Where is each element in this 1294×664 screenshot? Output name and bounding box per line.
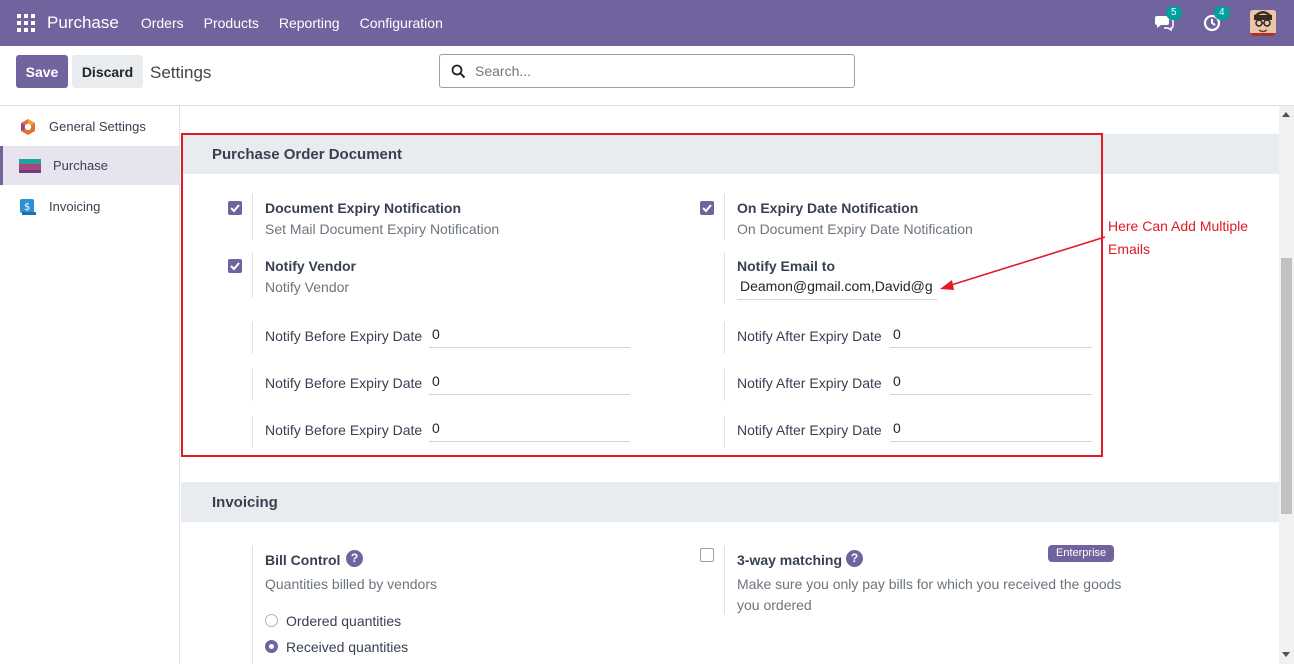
notify-after-input-3[interactable]: 0 xyxy=(890,420,1092,442)
notify-email-input[interactable]: Deamon@gmail.com,David@g xyxy=(737,278,937,300)
three-way-matching-help-icon[interactable]: ? xyxy=(846,550,863,567)
sidebar-item-label: Invoicing xyxy=(49,199,101,214)
user-avatar[interactable] xyxy=(1250,10,1276,36)
section-header-invoicing: Invoicing xyxy=(181,482,1279,522)
messages-icon[interactable]: 5 xyxy=(1154,6,1182,34)
notify-before-input-2[interactable]: 0 xyxy=(429,373,630,395)
received-quantities-radio[interactable] xyxy=(265,640,278,653)
notify-after-label: Notify After Expiry Date xyxy=(737,328,882,344)
menu-reporting[interactable]: Reporting xyxy=(279,15,340,31)
activities-clock-icon[interactable]: 4 xyxy=(1202,6,1230,34)
notify-after-input-1[interactable]: 0 xyxy=(890,326,1092,348)
bill-control-description: Quantities billed by vendors xyxy=(265,576,437,592)
search-input[interactable] xyxy=(475,61,835,81)
search-bar[interactable] xyxy=(439,54,855,88)
notify-before-input-3[interactable]: 0 xyxy=(429,420,630,442)
check-icon xyxy=(230,262,240,271)
bill-control-help-icon[interactable]: ? xyxy=(346,550,363,567)
bill-control-title: Bill Control xyxy=(265,552,341,568)
general-settings-icon xyxy=(21,118,35,135)
document-expiry-title: Document Expiry Notification xyxy=(265,200,462,216)
annotation-text: Here Can Add Multiple Emails xyxy=(1108,218,1249,257)
three-way-matching-title: 3-way matching xyxy=(737,552,843,568)
sidebar-item-invoicing[interactable]: $ Invoicing xyxy=(0,187,179,226)
ordered-quantities-label[interactable]: Ordered quantities xyxy=(286,613,401,629)
ordered-quantities-radio[interactable] xyxy=(265,614,278,627)
sidebar-item-purchase[interactable]: Purchase xyxy=(0,146,179,185)
three-way-matching-description-line1: Make sure you only pay bills for which y… xyxy=(737,576,1122,592)
notify-after-label: Notify After Expiry Date xyxy=(737,375,882,391)
on-expiry-date-description: On Document Expiry Date Notification xyxy=(737,221,973,237)
menu-orders[interactable]: Orders xyxy=(141,15,184,31)
check-icon xyxy=(702,204,712,213)
sidebar-item-general-settings[interactable]: General Settings xyxy=(0,107,179,146)
notify-before-label: Notify Before Expiry Date xyxy=(265,375,423,391)
scroll-down-arrow-icon[interactable] xyxy=(1282,652,1290,657)
notify-before-label: Notify Before Expiry Date xyxy=(265,422,423,438)
on-expiry-date-title: On Expiry Date Notification xyxy=(737,200,919,216)
vertical-scrollbar[interactable] xyxy=(1279,106,1294,664)
section-title: Purchase Order Document xyxy=(212,146,403,163)
section-header-purchase-order-document: Purchase Order Document xyxy=(181,134,1279,174)
scroll-up-arrow-icon[interactable] xyxy=(1282,112,1290,117)
sidebar-item-label: General Settings xyxy=(49,119,146,134)
app-name[interactable]: Purchase xyxy=(47,13,119,33)
section-title: Invoicing xyxy=(212,494,278,511)
document-expiry-description: Set Mail Document Expiry Notification xyxy=(265,221,500,237)
messages-count-badge: 5 xyxy=(1166,6,1182,20)
search-icon xyxy=(451,64,466,79)
notify-vendor-title: Notify Vendor xyxy=(265,258,357,274)
sidebar-item-label: Purchase xyxy=(53,158,108,173)
svg-text:$: $ xyxy=(24,202,30,213)
enterprise-badge: Enterprise xyxy=(1048,545,1115,562)
three-way-matching-description-line2: you ordered xyxy=(737,597,812,613)
breadcrumb-settings: Settings xyxy=(150,63,212,82)
three-way-matching-checkbox[interactable] xyxy=(700,548,714,562)
notify-vendor-checkbox[interactable] xyxy=(228,259,242,273)
notify-email-title: Notify Email to xyxy=(737,258,836,274)
invoicing-app-icon: $ xyxy=(20,198,36,215)
notify-before-input-1[interactable]: 0 xyxy=(429,326,630,348)
activities-count-badge: 4 xyxy=(1214,6,1230,20)
systray: 5 4 xyxy=(1154,0,1276,46)
top-navbar: Purchase Orders Products Reporting Confi… xyxy=(0,0,1294,46)
control-panel: Save Discard Settings xyxy=(0,46,1294,106)
document-expiry-checkbox[interactable] xyxy=(228,201,242,215)
menu-configuration[interactable]: Configuration xyxy=(360,15,443,31)
check-icon xyxy=(230,204,240,213)
scrollbar-thumb[interactable] xyxy=(1281,258,1292,514)
settings-content: Purchase Order Document Document Expiry … xyxy=(181,106,1279,664)
notify-vendor-description: Notify Vendor xyxy=(265,279,350,295)
save-button[interactable]: Save xyxy=(16,55,68,88)
apps-grid-icon[interactable] xyxy=(17,14,35,32)
purchase-app-icon xyxy=(19,158,41,173)
notify-after-label: Notify After Expiry Date xyxy=(737,422,882,438)
on-expiry-date-checkbox[interactable] xyxy=(700,201,714,215)
discard-button[interactable]: Discard xyxy=(72,55,143,88)
menu-products[interactable]: Products xyxy=(204,15,259,31)
received-quantities-label[interactable]: Received quantities xyxy=(286,639,408,655)
notify-after-input-2[interactable]: 0 xyxy=(890,373,1092,395)
settings-sidebar: General Settings Purchase $ Invoicing xyxy=(0,106,180,664)
notify-before-label: Notify Before Expiry Date xyxy=(265,328,423,344)
